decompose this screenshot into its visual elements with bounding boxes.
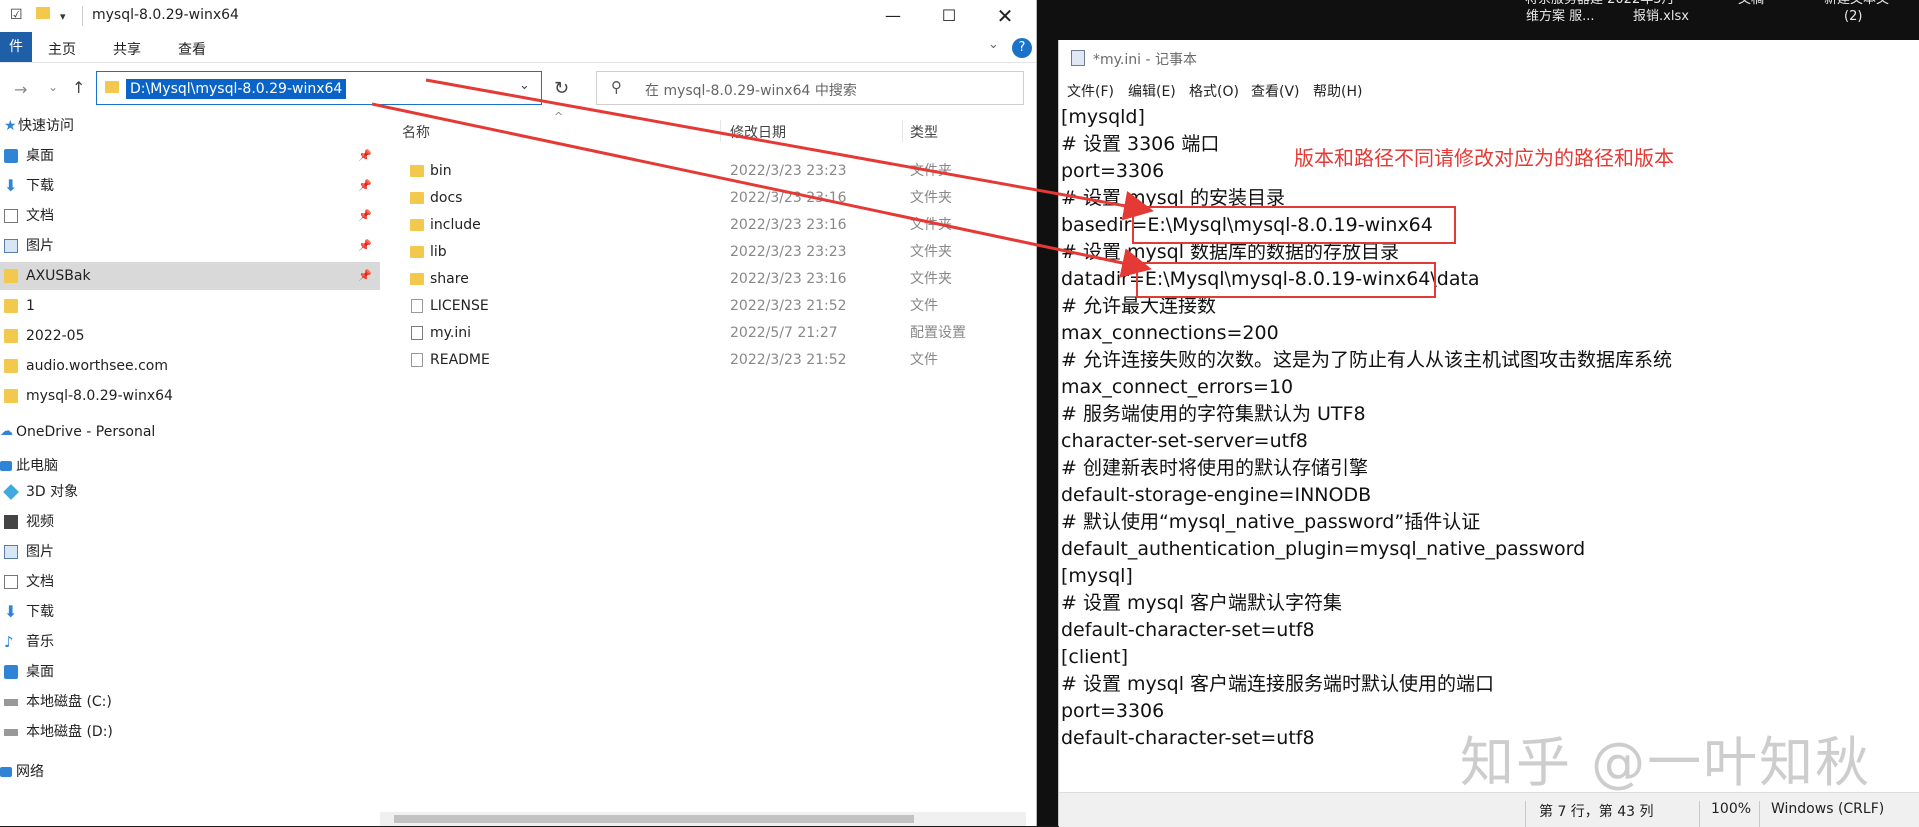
watermark-text: 知乎 @一叶知秋: [1460, 731, 1872, 794]
arrow-to-datadir: [371, 102, 1152, 278]
annotation-arrows: [371, 78, 1154, 278]
